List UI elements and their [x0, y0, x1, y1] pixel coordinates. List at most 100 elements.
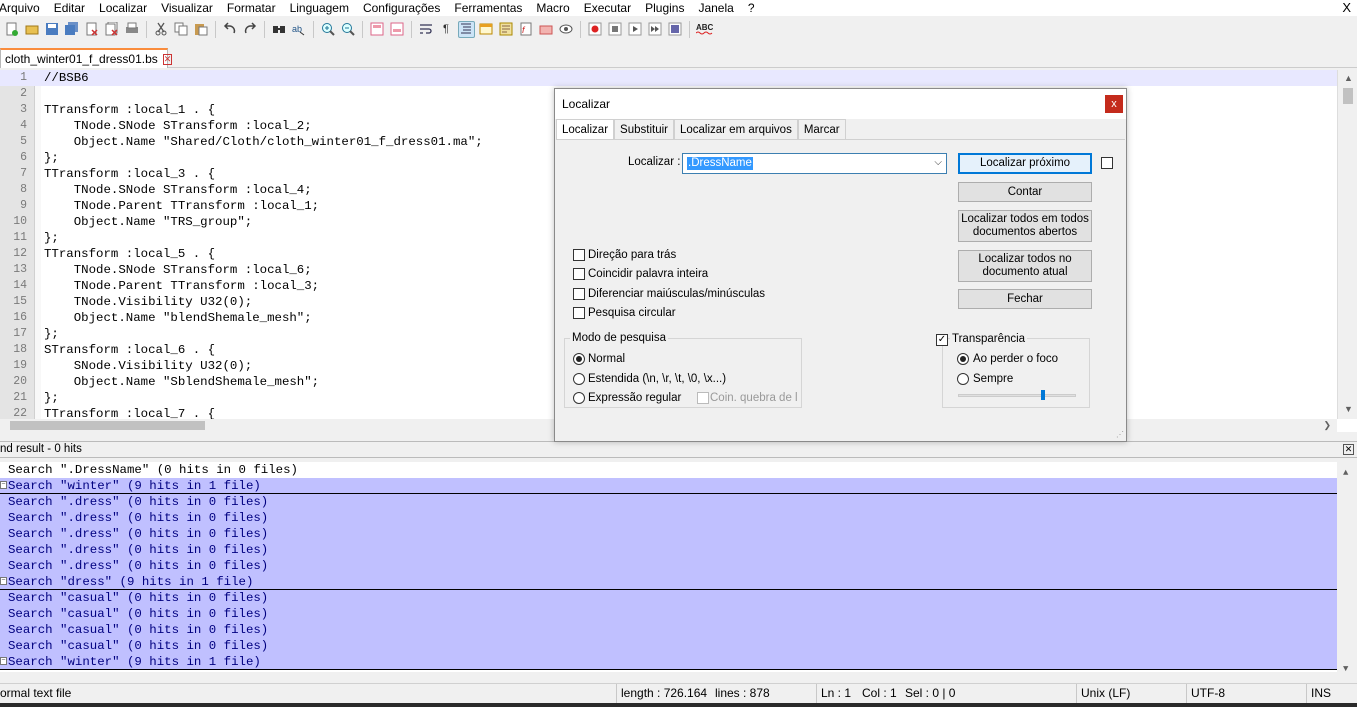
save-icon[interactable] — [44, 21, 61, 38]
close-file-icon[interactable] — [84, 21, 101, 38]
zoom-in-icon[interactable] — [320, 21, 337, 38]
close-all-icon[interactable] — [104, 21, 121, 38]
result-line[interactable]: Search ".dress" (0 hits in 0 files) — [0, 494, 1337, 510]
menu-arquivo[interactable]: Arquivo — [0, 0, 47, 16]
menu-executar[interactable]: Executar — [577, 0, 638, 16]
menu-configuracoes[interactable]: Configurações — [356, 0, 447, 16]
scrollbar-thumb[interactable] — [10, 421, 205, 430]
panel-close-icon[interactable]: ✕ — [1343, 444, 1354, 455]
new-file-icon[interactable] — [4, 21, 21, 38]
stop-macro-icon[interactable] — [607, 21, 624, 38]
match-whole-word-checkbox[interactable] — [573, 268, 585, 280]
menu-help[interactable]: ? — [741, 0, 762, 16]
undo-icon[interactable] — [222, 21, 239, 38]
dialog-titlebar[interactable]: Localizar x — [555, 89, 1126, 119]
copy-icon[interactable] — [173, 21, 190, 38]
scroll-down-icon[interactable]: ▼ — [1344, 404, 1353, 414]
menu-ferramentas[interactable]: Ferramentas — [447, 0, 529, 16]
menu-formatar[interactable]: Formatar — [220, 0, 283, 16]
function-list-icon[interactable]: f — [518, 21, 535, 38]
doc-map-icon[interactable] — [498, 21, 515, 38]
sync-horizontal-icon[interactable] — [389, 21, 406, 38]
resize-grip-icon[interactable]: ⋰ — [1116, 430, 1124, 439]
backward-direction-checkbox[interactable] — [573, 249, 585, 261]
save-all-icon[interactable] — [64, 21, 81, 38]
find-icon[interactable] — [271, 21, 288, 38]
tab-substituir[interactable]: Substituir — [614, 119, 674, 139]
result-line[interactable]: Search ".dress" (0 hits in 0 files) — [0, 558, 1337, 574]
result-line[interactable]: − Search "dress" (9 hits in 1 file) — [0, 574, 1337, 590]
tab-localizar-em-arquivos[interactable]: Localizar em arquivos — [673, 119, 798, 139]
show-all-chars-icon[interactable]: ¶ — [438, 21, 455, 38]
result-line[interactable]: Search "casual" (0 hits in 0 files) — [0, 606, 1337, 622]
result-line[interactable]: Search ".dress" (0 hits in 0 files) — [0, 542, 1337, 558]
find-input[interactable]: .DressName ⌵ — [682, 153, 947, 174]
word-wrap-icon[interactable] — [418, 21, 435, 38]
find-all-open-docs-button[interactable]: Localizar todos em todos documentos aber… — [958, 210, 1092, 242]
result-line[interactable]: Search ".DressName" (0 hits in 0 files) — [0, 462, 1337, 478]
find-next-button[interactable]: Localizar próximo — [958, 153, 1092, 174]
fold-icon[interactable]: − — [0, 481, 7, 489]
scroll-up-icon[interactable]: ▲ — [1344, 73, 1353, 83]
udl-icon[interactable] — [478, 21, 495, 38]
transparency-checkbox[interactable]: ✓ — [936, 334, 948, 346]
zoom-out-icon[interactable] — [340, 21, 357, 38]
save-macro-icon[interactable] — [667, 21, 684, 38]
cut-icon[interactable] — [153, 21, 170, 38]
fold-icon[interactable]: − — [0, 657, 7, 665]
play-macro-icon[interactable] — [627, 21, 644, 38]
editor-vertical-scrollbar[interactable]: ▲ ▼ — [1337, 70, 1357, 419]
record-macro-icon[interactable] — [587, 21, 604, 38]
menu-macro[interactable]: Macro — [529, 0, 576, 16]
replace-icon[interactable]: ab — [291, 21, 308, 38]
close-button[interactable]: Fechar — [958, 289, 1092, 309]
count-button[interactable]: Contar — [958, 182, 1092, 202]
menu-janela[interactable]: Janela — [691, 0, 740, 16]
scroll-up-icon[interactable]: ▲ — [1343, 468, 1348, 478]
on-lose-focus-radio[interactable] — [957, 353, 969, 365]
tab-marcar[interactable]: Marcar — [797, 119, 846, 139]
search-mode-regex-radio[interactable] — [573, 392, 585, 404]
result-line[interactable]: Search "casual" (0 hits in 0 files) — [0, 590, 1337, 606]
menu-visualizar[interactable]: Visualizar — [154, 0, 220, 16]
spell-check-icon[interactable]: ABC — [695, 21, 718, 38]
scroll-right-icon[interactable]: ❯ — [1323, 420, 1331, 430]
fold-icon[interactable]: − — [0, 577, 7, 585]
results-vertical-scrollbar[interactable]: ▲ ▼ — [1337, 462, 1357, 672]
result-line[interactable]: Search ".dress" (0 hits in 0 files) — [0, 526, 1337, 542]
result-line[interactable]: Search "casual" (0 hits in 0 files) — [0, 622, 1337, 638]
scroll-down-icon[interactable]: ▼ — [1343, 664, 1348, 672]
transparency-slider-thumb[interactable] — [1041, 390, 1045, 400]
tab-localizar[interactable]: Localizar — [556, 119, 615, 140]
search-mode-normal-radio[interactable] — [573, 353, 585, 365]
print-icon[interactable] — [124, 21, 141, 38]
scrollbar-thumb[interactable] — [1343, 88, 1353, 104]
chevron-down-icon[interactable]: ⌵ — [934, 157, 942, 168]
result-line[interactable]: − Search "winter" (9 hits in 1 file) — [0, 478, 1337, 494]
dialog-close-button[interactable]: x — [1105, 95, 1123, 113]
always-radio[interactable] — [957, 373, 969, 385]
menu-editar[interactable]: Editar — [47, 0, 92, 16]
match-newline-checkbox[interactable] — [697, 392, 709, 404]
match-case-checkbox[interactable] — [573, 288, 585, 300]
open-file-icon[interactable] — [24, 21, 41, 38]
result-line[interactable]: − Search "winter" (9 hits in 1 file) — [0, 654, 1337, 670]
redo-icon[interactable] — [242, 21, 259, 38]
find-results-list[interactable]: Search ".DressName" (0 hits in 0 files) … — [0, 462, 1357, 672]
find-all-current-doc-button[interactable]: Localizar todos no documento atual — [958, 250, 1092, 282]
run-macro-multiple-icon[interactable] — [647, 21, 664, 38]
menu-localizar[interactable]: Localizar — [92, 0, 154, 16]
monitoring-icon[interactable] — [558, 21, 575, 38]
find-next-option-checkbox[interactable] — [1101, 157, 1113, 169]
document-tab[interactable]: cloth_winter01_f_dress01.bs ✕ — [0, 48, 173, 68]
menu-linguagem[interactable]: Linguagem — [283, 0, 356, 16]
search-mode-extended-radio[interactable] — [573, 373, 585, 385]
menu-plugins[interactable]: Plugins — [638, 0, 691, 16]
paste-icon[interactable] — [193, 21, 210, 38]
indent-guide-icon[interactable] — [457, 20, 475, 38]
transparency-slider[interactable] — [958, 394, 1076, 397]
result-line[interactable]: Search ".dress" (0 hits in 0 files) — [0, 510, 1337, 526]
result-line[interactable]: Search "casual" (0 hits in 0 files) — [0, 638, 1337, 654]
wrap-around-checkbox[interactable] — [573, 307, 585, 319]
tab-close-icon[interactable]: ✕ — [162, 53, 173, 65]
